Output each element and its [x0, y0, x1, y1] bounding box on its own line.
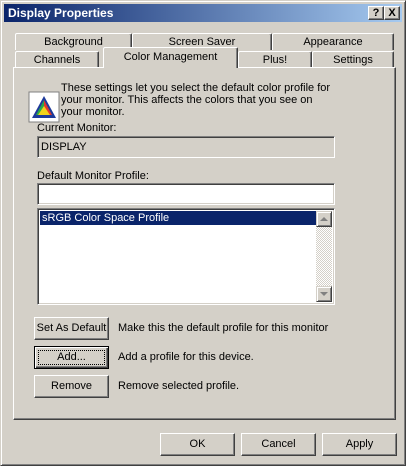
button-label: Apply — [345, 438, 374, 450]
tab-settings[interactable]: Settings — [312, 51, 394, 68]
arrow-up-icon — [320, 217, 328, 221]
tab-label: Background — [44, 36, 103, 48]
title-bar[interactable]: Display Properties ? X — [4, 4, 402, 22]
add-description: Add a profile for this device. — [118, 351, 254, 363]
tab-label: Settings — [333, 54, 373, 66]
tab-label: Plus! — [262, 54, 288, 66]
tab-label: Color Management — [123, 51, 218, 63]
set-as-default-description: Make this the default profile for this m… — [118, 322, 329, 334]
description-line: your monitor. — [61, 106, 125, 118]
color-profile-icon — [28, 91, 60, 123]
list-item[interactable]: sRGB Color Space Profile — [40, 211, 316, 225]
list-item-label: sRGB Color Space Profile — [42, 212, 170, 224]
current-monitor-label: Current Monitor: — [37, 122, 117, 134]
color-management-panel: These settings let you select the defaul… — [13, 67, 396, 420]
tab-label: Appearance — [303, 36, 363, 48]
scroll-down-button[interactable] — [316, 286, 332, 302]
button-label: Set As Default — [36, 322, 107, 334]
cancel-button[interactable]: Cancel — [241, 433, 316, 456]
arrow-down-icon — [320, 292, 328, 296]
button-label: Cancel — [261, 438, 296, 450]
tab-color-management[interactable]: Color Management — [103, 47, 238, 68]
button-label: Add... — [57, 351, 86, 363]
help-button[interactable]: ? — [368, 6, 384, 20]
add-button[interactable]: Add... — [34, 346, 109, 369]
tab-label: Channels — [33, 54, 81, 66]
current-monitor-value: DISPLAY — [41, 141, 87, 153]
scroll-up-button[interactable] — [316, 211, 332, 227]
help-icon: ? — [372, 7, 380, 19]
apply-button[interactable]: Apply — [322, 433, 397, 456]
description-text: These settings let you select the defaul… — [61, 82, 330, 118]
current-monitor-field: DISPLAY — [37, 136, 335, 158]
tab-channels[interactable]: Channels — [15, 51, 99, 68]
tab-appearance[interactable]: Appearance — [272, 33, 394, 50]
tab-plus[interactable]: Plus! — [238, 51, 312, 68]
remove-description: Remove selected profile. — [118, 380, 240, 392]
display-properties-window: Display Properties ? X Background Screen… — [0, 0, 406, 466]
button-label: OK — [189, 438, 206, 450]
ok-button[interactable]: OK — [160, 433, 235, 456]
default-profile-label: Default Monitor Profile: — [37, 170, 149, 182]
remove-button[interactable]: Remove — [34, 375, 109, 398]
window-title: Display Properties — [8, 6, 114, 20]
default-profile-field[interactable] — [37, 183, 335, 205]
close-icon: X — [388, 7, 396, 19]
description-line: your monitor. This affects the colors th… — [61, 94, 313, 106]
profile-list[interactable]: sRGB Color Space Profile — [37, 208, 335, 305]
close-button[interactable]: X — [384, 6, 400, 20]
set-as-default-button[interactable]: Set As Default — [34, 317, 109, 340]
description-line: These settings let you select the defaul… — [61, 82, 331, 94]
button-label: Remove — [51, 380, 92, 392]
